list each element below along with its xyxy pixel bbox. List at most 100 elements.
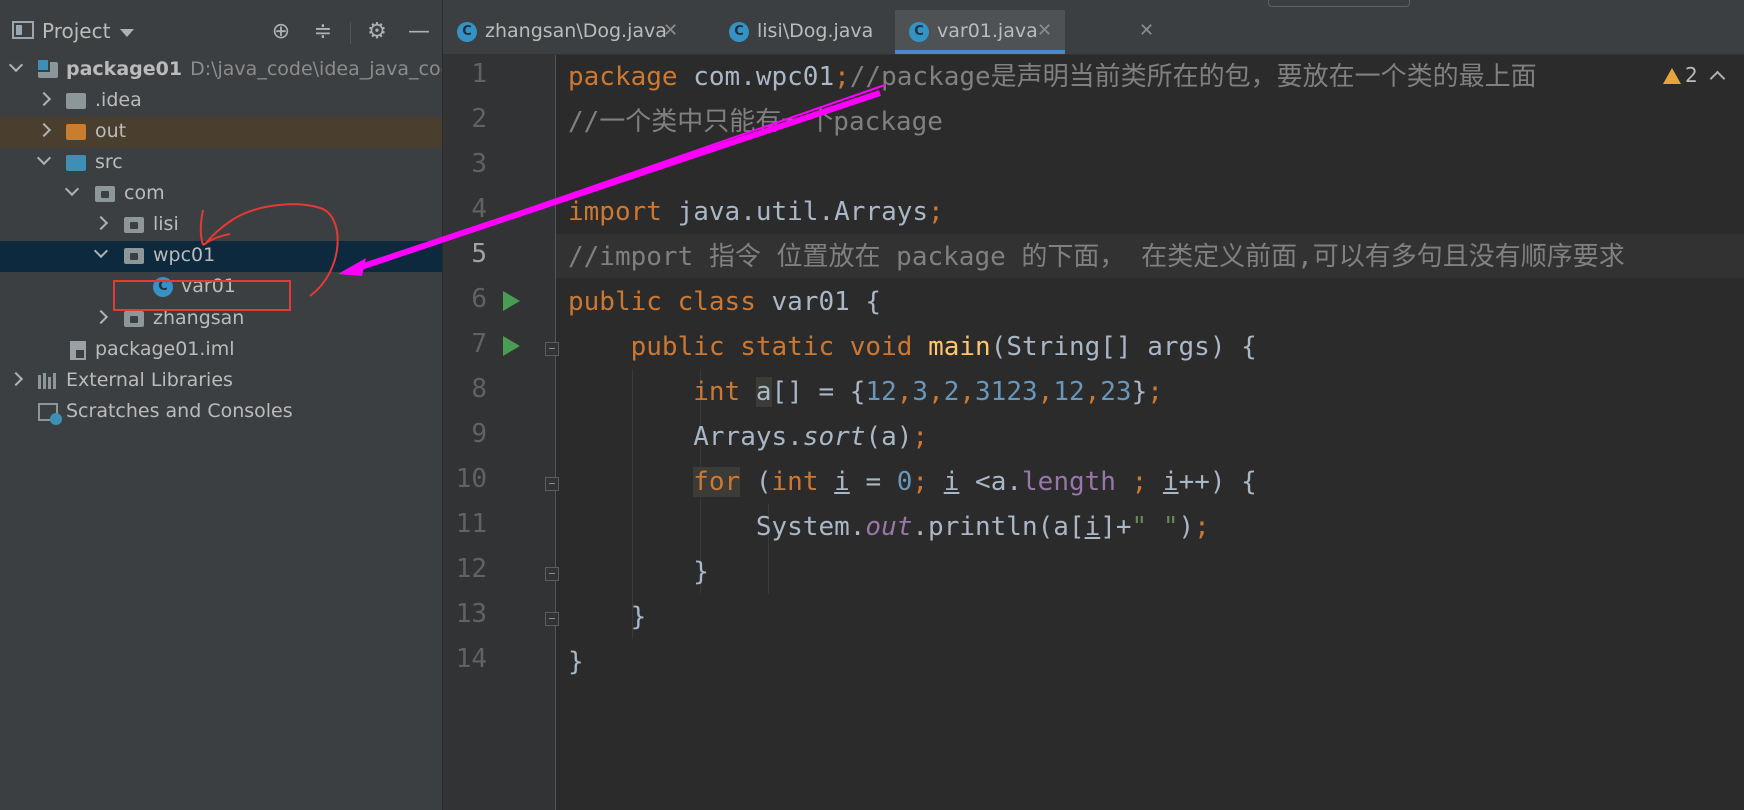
line-number: 4 bbox=[471, 194, 487, 224]
comma: , bbox=[896, 377, 913, 407]
minimize-icon[interactable]: — bbox=[406, 19, 432, 45]
keyword: import bbox=[568, 197, 662, 227]
tree-item-wpc01[interactable]: wpc01 bbox=[0, 241, 442, 272]
code-text: (String[] args) { bbox=[990, 332, 1257, 362]
chevron-down-icon[interactable] bbox=[66, 187, 78, 199]
tree-item-label: External Libraries bbox=[66, 369, 233, 391]
editor-tab-bar: C zhangsan\Dog.java ✕ C lisi\Dog.java ✕ … bbox=[443, 10, 1744, 55]
tree-item-zhangsan[interactable]: zhangsan bbox=[0, 304, 442, 335]
locate-icon[interactable]: ⊕ bbox=[268, 19, 294, 45]
tree-item-external-libraries[interactable]: External Libraries bbox=[0, 366, 442, 397]
java-class-icon: C bbox=[457, 22, 477, 42]
tree-item-scratches[interactable]: Scratches and Consoles bbox=[0, 397, 442, 428]
tab-label: var01.java bbox=[937, 20, 1038, 42]
code-text: ( bbox=[740, 467, 772, 497]
keyword: for bbox=[693, 467, 741, 497]
string-literal: " " bbox=[1131, 512, 1179, 542]
tree-item-com[interactable]: com bbox=[0, 179, 442, 210]
fold-marker-icon[interactable] bbox=[545, 342, 559, 356]
project-panel: Project ⊕ ≑ ⚙ — package01 D:\java_code\id… bbox=[0, 0, 443, 810]
chevron-right-icon[interactable] bbox=[10, 374, 22, 386]
code-line-9: Arrays.sort(a); bbox=[568, 415, 928, 459]
chevron-down-icon[interactable] bbox=[95, 249, 107, 261]
toolbar-divider bbox=[350, 22, 351, 44]
java-class-icon: C bbox=[729, 22, 749, 42]
project-view-selector[interactable]: Project bbox=[42, 19, 110, 43]
tree-item-label: wpc01 bbox=[153, 244, 216, 266]
chevron-right-icon[interactable] bbox=[95, 312, 107, 324]
chevron-up-icon[interactable] bbox=[1709, 70, 1726, 87]
run-main-icon[interactable] bbox=[503, 336, 520, 356]
code-text: System. bbox=[755, 512, 866, 542]
keyword: public bbox=[568, 287, 662, 317]
tree-item-package01-iml[interactable]: package01.iml bbox=[0, 335, 442, 366]
tree-item-src[interactable]: src bbox=[0, 148, 442, 179]
warning-icon bbox=[1663, 68, 1681, 84]
gear-icon[interactable]: ⚙ bbox=[364, 19, 390, 45]
tree-item-label: package01.iml bbox=[95, 338, 235, 360]
semicolon: ; bbox=[1131, 467, 1148, 497]
comma: , bbox=[959, 377, 976, 407]
fold-marker-icon[interactable] bbox=[545, 612, 559, 626]
project-icon bbox=[12, 21, 34, 39]
semicolon: ; bbox=[1147, 377, 1163, 407]
inspection-widget[interactable]: 2 bbox=[1663, 63, 1726, 87]
chevron-right-icon[interactable] bbox=[38, 125, 50, 137]
number: 0 bbox=[896, 467, 913, 497]
keyword: class bbox=[677, 287, 756, 317]
comma: , bbox=[1037, 377, 1054, 407]
tree-item-label: Scratches and Consoles bbox=[66, 400, 293, 422]
line-number: 2 bbox=[471, 104, 487, 134]
code-line-12: } bbox=[568, 550, 709, 594]
chevron-down-icon[interactable] bbox=[10, 63, 22, 75]
code-text: <a. bbox=[959, 467, 1023, 497]
line-number: 13 bbox=[455, 599, 487, 629]
tree-item-idea[interactable]: .idea bbox=[0, 86, 442, 117]
tree-item-var01[interactable]: C var01 bbox=[0, 272, 442, 303]
close-icon[interactable]: ✕ bbox=[1037, 20, 1052, 41]
chevron-right-icon[interactable] bbox=[38, 94, 50, 106]
line-number: 3 bbox=[471, 149, 487, 179]
variable: i bbox=[834, 467, 850, 497]
fold-marker-icon[interactable] bbox=[545, 567, 559, 581]
run-class-icon[interactable] bbox=[503, 291, 520, 311]
chevron-right-icon[interactable] bbox=[95, 218, 107, 230]
code-text: var01 { bbox=[755, 287, 882, 317]
fold-marker-icon[interactable] bbox=[545, 477, 559, 491]
tree-item-lisi[interactable]: lisi bbox=[0, 210, 442, 241]
semicolon: ; bbox=[1194, 512, 1210, 542]
tree-item-label: var01 bbox=[181, 275, 236, 297]
module-file-icon bbox=[70, 341, 86, 360]
tree-item-out[interactable]: out bbox=[0, 117, 442, 148]
close-icon[interactable]: ✕ bbox=[663, 20, 678, 41]
code-text: ) bbox=[1178, 512, 1195, 542]
code-line-14: } bbox=[568, 640, 584, 684]
tab-var01[interactable]: C var01.java ✕ bbox=[895, 10, 1065, 54]
keyword: public bbox=[630, 332, 725, 362]
static-method: sort bbox=[802, 422, 866, 452]
number: 12 bbox=[865, 377, 897, 407]
code-line-6: public class var01 { bbox=[568, 280, 881, 324]
close-icon[interactable]: ✕ bbox=[1139, 20, 1154, 41]
comma: , bbox=[1084, 377, 1101, 407]
code-editor[interactable]: 1 2 3 4 5 6 7 8 9 10 11 12 13 14 package… bbox=[443, 55, 1744, 810]
code-line-11: System.out.println(a[i]+" "); bbox=[568, 505, 1210, 549]
line-number: 8 bbox=[471, 374, 487, 404]
chevron-down-icon[interactable] bbox=[38, 156, 50, 168]
semicolon: ; bbox=[912, 422, 929, 452]
package-icon bbox=[95, 186, 115, 202]
line-number: 11 bbox=[455, 509, 487, 539]
code-text: = bbox=[849, 467, 897, 497]
tab-zhangsan-dog[interactable]: C zhangsan\Dog.java ✕ bbox=[443, 10, 687, 54]
collapse-all-icon[interactable]: ≑ bbox=[310, 19, 336, 45]
tree-item-package01[interactable]: package01 D:\java_code\idea_java_cod bbox=[0, 55, 442, 86]
chevron-down-icon[interactable] bbox=[120, 29, 134, 37]
code-line-4: import java.util.Arrays; bbox=[568, 190, 944, 234]
comment: //一个类中只能有一个package bbox=[568, 107, 943, 137]
package-icon bbox=[124, 248, 144, 264]
java-class-icon: C bbox=[153, 277, 173, 297]
tree-item-label: .idea bbox=[95, 89, 142, 111]
library-icon bbox=[38, 373, 60, 389]
tab-lisi-dog[interactable]: C lisi\Dog.java ✕ bbox=[715, 10, 1154, 54]
line-number: 5 bbox=[471, 239, 487, 269]
